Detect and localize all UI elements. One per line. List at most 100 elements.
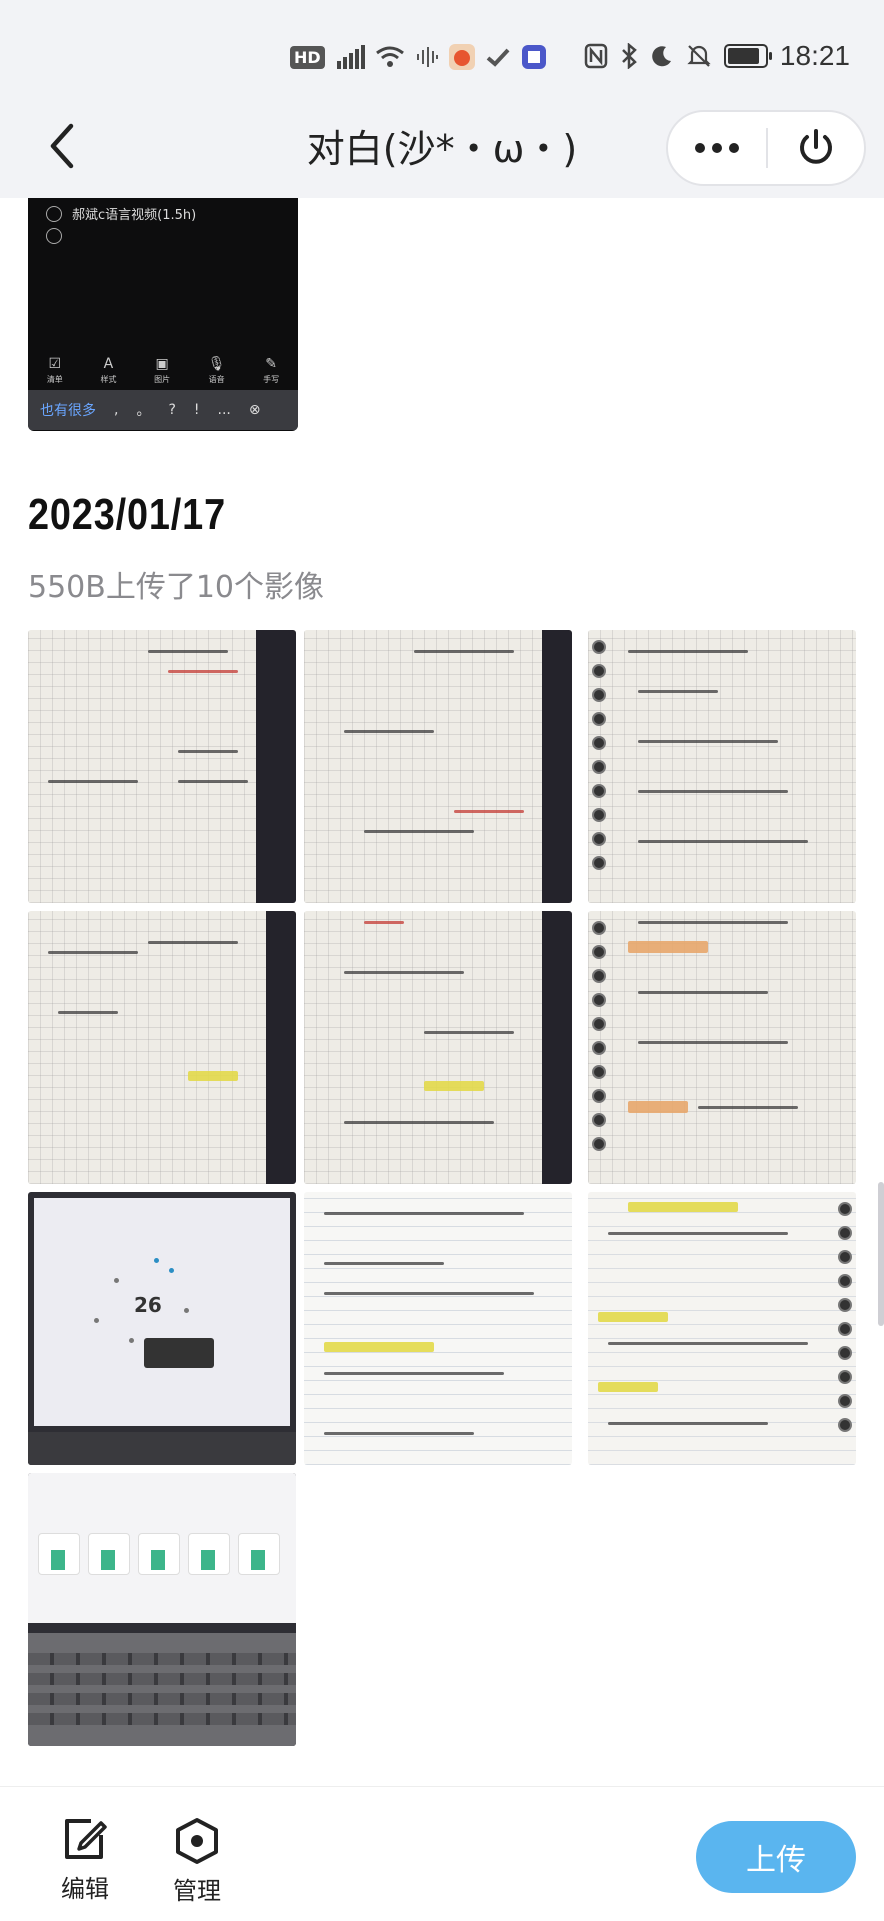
status-right-icons: 18:21 — [584, 40, 850, 72]
dashboard-card — [238, 1533, 280, 1575]
photo-ink — [344, 1121, 494, 1124]
photo-highlight — [628, 1202, 738, 1212]
photo-highlight — [598, 1382, 658, 1392]
photo-ink — [324, 1432, 474, 1435]
toolbar-checklist: ☑ 清单 — [47, 356, 63, 385]
edit-icon — [65, 1819, 107, 1859]
bottom-action-bar: 编辑 管理 上传 — [0, 1786, 884, 1921]
hexagon-settings-icon — [176, 1818, 218, 1864]
more-button[interactable] — [668, 112, 766, 184]
checkbox-circle-icon — [46, 205, 62, 222]
toolbar-label: 清单 — [46, 374, 63, 384]
scroll-indicator[interactable] — [878, 1182, 884, 1326]
punct: 。 — [136, 403, 151, 419]
photo-thumbnail[interactable] — [588, 630, 856, 903]
toolbar-handwrite: ✎ 手写 — [263, 356, 279, 385]
photo-highlight — [424, 1081, 484, 1091]
check-app-icon — [485, 44, 511, 70]
photo-highlight — [628, 1101, 688, 1113]
spiral-rings — [592, 640, 606, 880]
spiral-rings — [592, 921, 606, 1161]
photo-ink — [638, 921, 788, 924]
tomato-app-icon — [448, 44, 475, 70]
screen-number: 26 — [134, 1293, 162, 1317]
edit-label: 编辑 — [61, 1875, 109, 1903]
photo-thumbnail[interactable] — [588, 911, 856, 1184]
more-horizontal-icon — [695, 143, 739, 153]
todo-item: 郝斌c语言视频(1.5h) — [46, 204, 196, 223]
signal-5g-icon — [335, 45, 365, 69]
photo-ink — [638, 991, 768, 994]
screen-dot — [94, 1318, 99, 1323]
screen-dot — [184, 1308, 189, 1313]
toolbar-image: ▣ 图片 — [154, 356, 170, 385]
punct: ? — [168, 402, 176, 418]
photo-thumbnail[interactable] — [28, 630, 296, 903]
photo-ink — [178, 780, 248, 783]
screen-dot — [114, 1278, 119, 1283]
group-subtitle: 550B上传了10个影像 — [28, 570, 325, 605]
laptop-bezel — [28, 1432, 296, 1465]
photo-thumbnail[interactable] — [588, 1192, 856, 1465]
photo-ink — [638, 1041, 788, 1044]
toolbar-label: 手写 — [263, 374, 280, 384]
photo-ink — [344, 730, 434, 733]
edit-button[interactable]: 编辑 — [40, 1817, 130, 1904]
photo-ink — [698, 1106, 798, 1109]
photo-thumbnail[interactable] — [28, 1473, 296, 1746]
pen-icon: ✎ — [265, 355, 278, 372]
close-button[interactable] — [768, 112, 864, 184]
photo-ink — [324, 1292, 534, 1295]
moon-icon — [650, 44, 674, 68]
photo-highlight — [598, 1312, 668, 1322]
laptop-keyboard — [28, 1633, 296, 1746]
photo-highlight — [324, 1342, 434, 1352]
photo-thumbnail[interactable] — [304, 1192, 572, 1465]
photo-ink — [148, 650, 228, 653]
close-keyboard-icon: ⊗ — [248, 402, 261, 418]
bluetooth-icon — [620, 43, 638, 69]
photo-ink — [608, 1422, 768, 1425]
keyboard-suggestion-bar: 也有很多 , 。 ? ! ... ⊗ — [28, 390, 298, 430]
photo-ink — [638, 740, 778, 743]
previous-photo-thumbnail[interactable]: 郝斌c语言视频(1.5h) ☑ 清单 A 样式 ▣ 图片 🎙 语音 ✎ 手写 也有很多 ,… — [28, 198, 298, 431]
voice-wave-icon — [415, 45, 439, 69]
photo-ink — [324, 1372, 504, 1375]
dashboard-card — [138, 1533, 180, 1575]
photo-ink — [638, 690, 718, 693]
image-icon: ▣ — [155, 355, 169, 372]
punct: ... — [217, 402, 231, 418]
status-left-icons: HD — [290, 44, 547, 70]
photo-thumbnail[interactable] — [304, 911, 572, 1184]
photo-ink — [344, 971, 464, 974]
photo-ink — [628, 650, 748, 653]
mute-icon — [686, 43, 712, 69]
manage-button[interactable]: 管理 — [152, 1817, 242, 1906]
photo-background — [266, 911, 296, 1184]
todo-item — [46, 228, 72, 244]
punct: ! — [193, 402, 200, 418]
screen-popup — [144, 1338, 214, 1368]
photo-ink — [324, 1212, 524, 1215]
battery-fill — [727, 48, 759, 64]
photo-thumbnail[interactable] — [28, 911, 296, 1184]
toolbar-label: 语音 — [208, 374, 225, 384]
checklist-icon: ☑ — [48, 355, 62, 372]
photo-ink — [454, 810, 524, 813]
photo-thumbnail[interactable]: 26 — [28, 1192, 296, 1465]
text-style-icon: A — [103, 355, 114, 372]
hd-icon: HD — [290, 45, 325, 69]
toolbar-label: 图片 — [154, 374, 171, 384]
battery-icon — [723, 44, 772, 68]
todo-text: 郝斌c语言视频(1.5h) — [72, 208, 197, 223]
upload-button[interactable]: 上传 — [696, 1821, 856, 1893]
dashboard-card — [38, 1533, 80, 1575]
mini-program-capsule — [666, 110, 866, 186]
sticker-app-icon — [521, 44, 547, 70]
photo-ink — [364, 921, 404, 924]
punct: , — [114, 402, 119, 418]
photo-ink — [424, 1031, 514, 1034]
photo-thumbnail[interactable] — [304, 630, 572, 903]
dashboard-card — [88, 1533, 130, 1575]
dashboard-card — [188, 1533, 230, 1575]
